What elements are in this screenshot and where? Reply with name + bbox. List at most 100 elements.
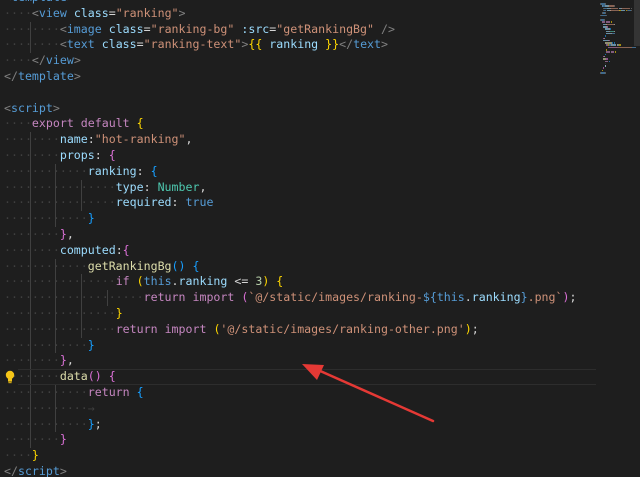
code-line[interactable]: ············getRankingBg() { (0, 258, 596, 275)
code-line[interactable]: ····················return import (`@/st… (0, 290, 596, 306)
code-token: </ (31, 53, 46, 68)
line-text: ········}, (4, 353, 74, 369)
line-text: ················if (this.ranking <= 3) { (4, 274, 283, 290)
lightbulb-icon[interactable] (4, 370, 16, 384)
line-text: ················return import ('@/static… (4, 322, 479, 338)
code-token: > (59, 463, 67, 477)
code-token: '@/static/images/ranking-other.png' (220, 321, 465, 336)
minimap-token (601, 69, 603, 72)
code-token: ; (569, 290, 577, 305)
code-line[interactable]: ················type: Number, (0, 179, 596, 196)
minimap-token (620, 44, 621, 46)
code-token: ( (136, 274, 144, 289)
scrollbar-thumb[interactable] (634, 0, 640, 46)
minimap-token (603, 55, 605, 58)
code-line[interactable]: ················return import ('@/static… (0, 321, 596, 338)
code-token: {{ (248, 37, 263, 52)
code-token: { (276, 274, 284, 289)
code-token: text (66, 37, 95, 52)
code-line[interactable]: ····<view class="ranking"> (0, 6, 596, 22)
code-token: : (136, 163, 144, 178)
code-token: : (87, 132, 95, 147)
code-token: :src (241, 21, 270, 36)
code-editor[interactable]: <template>····<view class="ranking">····… (0, 0, 596, 477)
code-token: ranking (178, 274, 228, 289)
minimap-token (611, 7, 619, 10)
code-line[interactable]: ············→ (0, 400, 596, 417)
code-line[interactable]: ····</view> (0, 53, 596, 69)
code-line[interactable]: ········computed:{ (0, 242, 596, 259)
code-line[interactable]: ········<text class="ranking-text">{{ ra… (0, 37, 596, 54)
code-line[interactable]: ········}, (0, 353, 596, 370)
code-line[interactable]: ············ranking: { (0, 163, 596, 180)
whitespace-marker: ···· (4, 5, 32, 20)
code-line[interactable]: ················} (0, 305, 596, 322)
code-token: template (17, 68, 74, 83)
code-token: view (38, 5, 67, 20)
whitespace-marker: ···· (4, 53, 32, 68)
code-token: class (73, 5, 109, 20)
minimap-token (604, 42, 612, 44)
minimap-token (603, 67, 604, 69)
code-token: > (73, 53, 81, 68)
line-text: ····export default { (4, 116, 144, 132)
minimap-token (633, 46, 636, 49)
code-line[interactable]: ············}; (0, 416, 596, 433)
minimap[interactable] (596, 0, 640, 477)
minimap-token (611, 44, 616, 46)
code-line[interactable]: <script> (0, 101, 596, 117)
code-token: > (73, 68, 81, 83)
code-token: < (59, 21, 67, 36)
whitespace-marker: ········ (4, 37, 60, 52)
code-line[interactable]: ············} (0, 211, 596, 227)
code-token: ranking (87, 163, 137, 178)
whitespace-marker: ················ (4, 274, 116, 289)
code-line[interactable] (0, 85, 596, 101)
code-line[interactable]: ····export default { (0, 116, 596, 132)
code-token: "ranking-bg" (150, 21, 235, 36)
code-token: Number (157, 179, 200, 194)
line-text: ············}; (4, 417, 102, 433)
code-line[interactable]: ········<image class="ranking-bg" :src="… (0, 21, 596, 38)
code-line[interactable]: ················required: true (0, 195, 596, 212)
code-lines[interactable]: <template>····<view class="ranking">····… (0, 0, 596, 477)
minimap-token (609, 60, 610, 62)
code-line[interactable]: </template> (0, 69, 596, 85)
code-token: this (143, 274, 172, 289)
code-line[interactable]: ········} (0, 432, 596, 449)
code-token: } (87, 337, 95, 352)
code-token: ) (464, 321, 472, 336)
code-token: < (59, 37, 67, 52)
code-token: ${ (422, 290, 437, 305)
code-line[interactable]: ················if (this.ranking <= 3) { (0, 274, 596, 291)
whitespace-marker: ················ (4, 321, 116, 336)
minimap-token (630, 9, 632, 12)
code-line[interactable]: ············} (0, 337, 596, 354)
code-line[interactable]: ············return { (0, 384, 596, 401)
code-line[interactable]: ····} (0, 448, 596, 464)
code-line[interactable]: ········props: { (0, 147, 596, 164)
code-line[interactable]: </script> (0, 464, 596, 477)
code-token: } (31, 448, 39, 463)
whitespace-marker: ············ (4, 384, 88, 399)
line-text: ········} (4, 432, 67, 448)
code-line[interactable]: ········}, (0, 226, 596, 243)
minimap-token (604, 19, 605, 21)
code-token: script (10, 100, 53, 115)
line-text: ····················return import (`@/st… (4, 290, 576, 306)
whitespace-marker: ············ (4, 258, 88, 273)
code-token: > (178, 5, 186, 20)
line-text: </script> (4, 464, 67, 477)
code-token: , (66, 353, 74, 368)
code-token: = (108, 5, 116, 20)
code-token: → (87, 400, 95, 415)
code-line[interactable]: ········data() { (0, 369, 596, 385)
minimap-token (603, 7, 607, 10)
code-token: { (108, 369, 116, 384)
code-token: , (199, 179, 207, 194)
code-token: import (164, 321, 207, 336)
code-line[interactable]: ········name:"hot-ranking", (0, 132, 596, 148)
